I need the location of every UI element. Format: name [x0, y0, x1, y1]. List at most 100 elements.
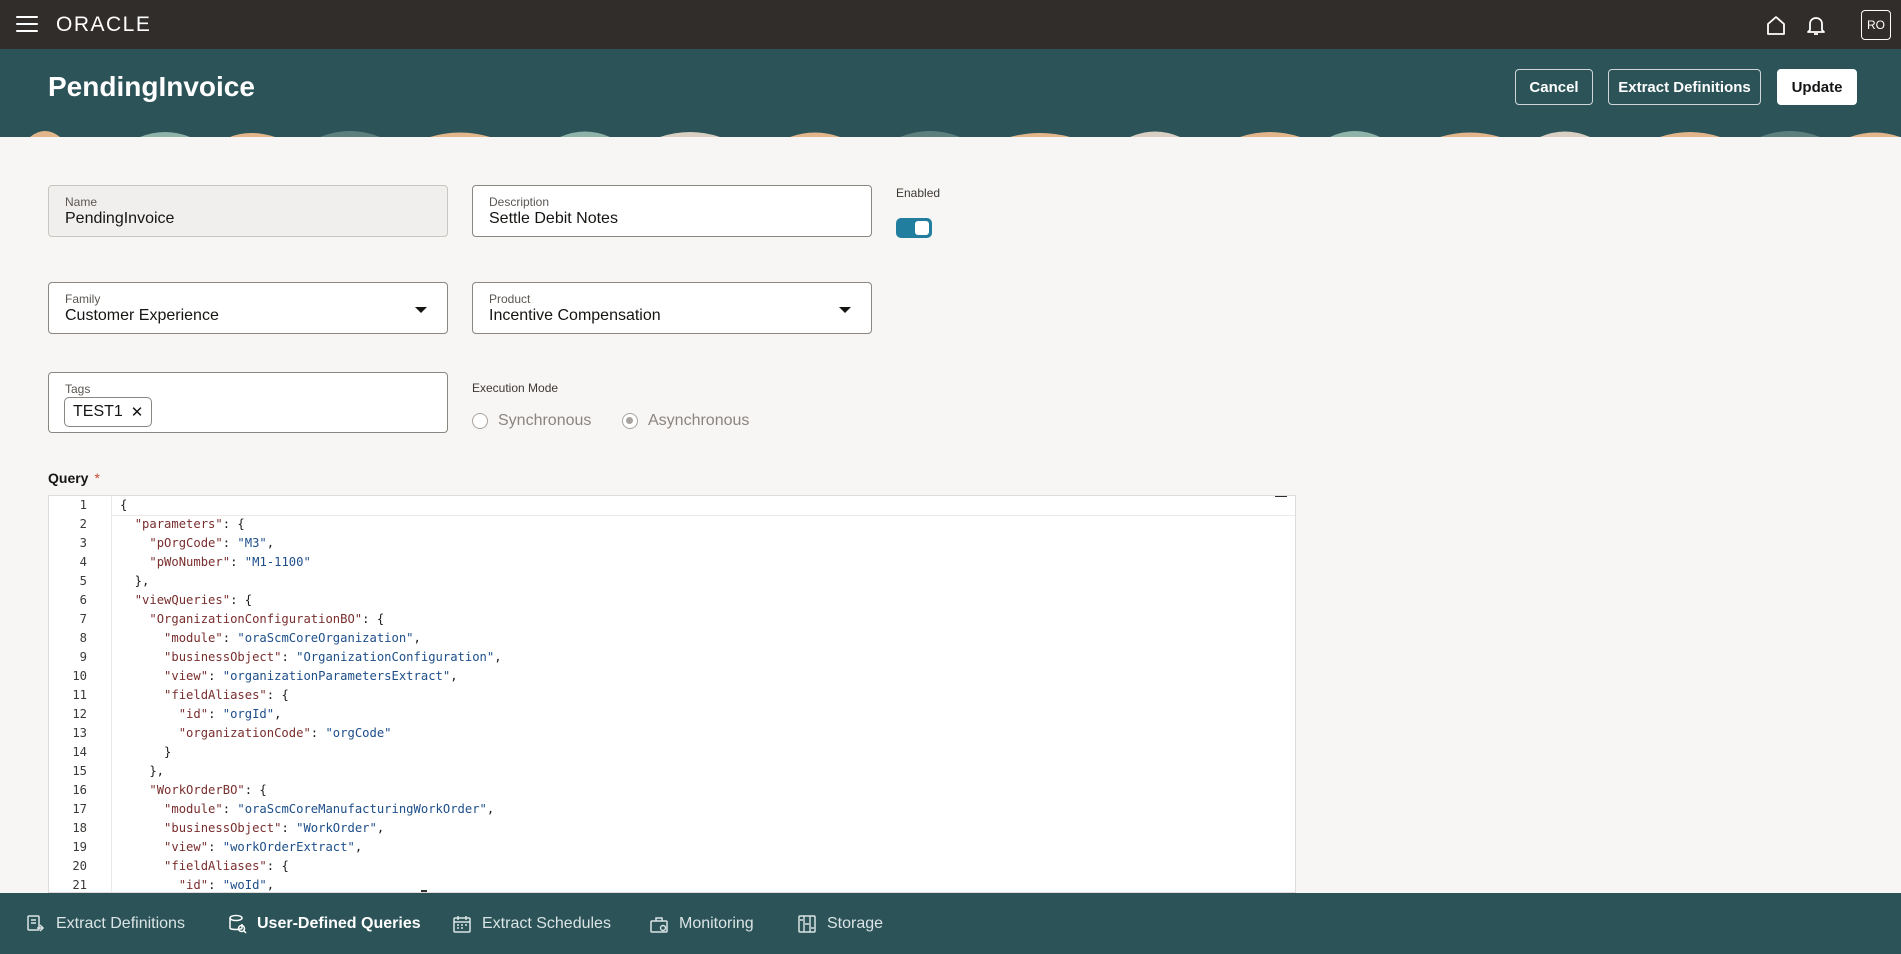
- line-number: 20: [72, 859, 87, 873]
- extract-definitions-button[interactable]: Extract Definitions: [1608, 69, 1761, 105]
- code-line[interactable]: "view": "organizationParametersExtract",: [112, 667, 1295, 686]
- line-number: 12: [72, 707, 87, 721]
- radio-synchronous[interactable]: Synchronous: [472, 412, 591, 430]
- radio-label: Asynchronous: [648, 412, 750, 429]
- decorative-pattern: [0, 125, 1901, 137]
- nav-label: Extract Schedules: [482, 914, 611, 932]
- page-title: PendingInvoice: [48, 71, 255, 102]
- description-value: Settle Debit Notes: [489, 210, 618, 227]
- name-label: Name: [65, 195, 98, 209]
- family-select[interactable]: Family Customer Experience: [48, 282, 448, 334]
- code-line[interactable]: "module": "oraScmCoreManufacturingWorkOr…: [112, 800, 1295, 819]
- code-line[interactable]: {: [111, 496, 1295, 516]
- product-label: Product: [489, 292, 531, 306]
- line-number: 2: [79, 517, 87, 531]
- code-line[interactable]: "organizationCode": "orgCode": [112, 724, 1295, 743]
- page-header: PendingInvoice Cancel Extract Definition…: [0, 49, 1901, 137]
- enabled-toggle[interactable]: [896, 218, 932, 238]
- code-line[interactable]: "fieldAliases": {: [112, 686, 1295, 705]
- code-line[interactable]: "businessObject": "WorkOrder",: [112, 819, 1295, 838]
- description-label: Description: [489, 195, 550, 209]
- code-line[interactable]: "OrganizationConfigurationBO": {: [112, 610, 1295, 629]
- tag-label: TEST1: [73, 403, 123, 420]
- code-line[interactable]: },: [112, 572, 1295, 591]
- close-icon[interactable]: ✕: [131, 403, 144, 421]
- nav-extract-schedules[interactable]: Extract Schedules: [452, 893, 611, 954]
- nav-label: Storage: [827, 914, 884, 932]
- query-label: Query *: [48, 470, 100, 486]
- code-line[interactable]: "pWoNumber": "M1-1100": [112, 553, 1295, 572]
- extract-definitions-icon: [27, 914, 45, 932]
- nav-label: Monitoring: [679, 914, 754, 932]
- code-line[interactable]: "businessObject": "OrganizationConfigura…: [112, 648, 1295, 667]
- code-line[interactable]: "id": "orgId",: [112, 705, 1295, 724]
- line-number: 19: [72, 840, 87, 854]
- fold-icon[interactable]: [1275, 496, 1287, 497]
- calendar-icon: [453, 915, 471, 933]
- scroll-indicator[interactable]: [421, 890, 427, 892]
- tag-chip: TEST1 ✕: [64, 397, 153, 427]
- line-number: 17: [72, 802, 87, 816]
- execution-mode-label: Execution Mode: [472, 381, 559, 395]
- line-number: 21: [72, 878, 87, 892]
- line-number: 3: [79, 536, 87, 550]
- tags-label: Tags: [65, 382, 91, 396]
- storage-icon: [798, 914, 816, 933]
- query-editor[interactable]: 1 2 3 4 5 6 7 8 9 10 11 12 13 14 15 16 17 18 19 20 21 { "par…: [48, 495, 1296, 893]
- code-line[interactable]: "module": "oraScmCoreOrganization",: [112, 629, 1295, 648]
- code-area[interactable]: { "parameters": { "pOrgCode": "M3", "pWo…: [111, 496, 1295, 892]
- product-select[interactable]: Product Incentive Compensation: [472, 282, 872, 334]
- nav-storage[interactable]: Storage: [797, 893, 883, 954]
- nav-label: User-Defined Queries: [257, 914, 421, 932]
- product-value: Incentive Compensation: [489, 307, 661, 324]
- radio-button[interactable]: [472, 413, 488, 429]
- nav-extract-definitions[interactable]: Extract Definitions: [26, 893, 185, 954]
- line-number: 8: [79, 631, 87, 645]
- line-number-gutter: 1 2 3 4 5 6 7 8 9 10 11 12 13 14 15 16 17 18 19 20 21: [49, 496, 111, 892]
- chevron-down-icon[interactable]: [839, 307, 851, 313]
- cancel-button[interactable]: Cancel: [1515, 69, 1593, 105]
- code-line[interactable]: "id": "woId",: [112, 876, 1295, 892]
- line-number: 14: [72, 745, 87, 759]
- code-line[interactable]: "parameters": {: [112, 515, 1295, 534]
- nav-monitoring[interactable]: Monitoring: [649, 893, 754, 954]
- bell-icon[interactable]: [1803, 12, 1829, 38]
- menu-icon[interactable]: [16, 14, 38, 34]
- line-number: 15: [72, 764, 87, 778]
- line-number: 10: [72, 669, 87, 683]
- name-field[interactable]: Name PendingInvoice: [48, 185, 448, 237]
- description-field[interactable]: Description Settle Debit Notes: [472, 185, 872, 237]
- query-label-text: Query: [48, 470, 89, 486]
- enabled-label: Enabled: [896, 186, 941, 200]
- line-number: 18: [72, 821, 87, 835]
- line-number: 6: [79, 593, 87, 607]
- family-label: Family: [65, 292, 101, 306]
- code-line[interactable]: }: [112, 743, 1295, 762]
- radio-button[interactable]: [622, 413, 638, 429]
- line-number: 5: [79, 574, 87, 588]
- radio-label: Synchronous: [498, 412, 592, 429]
- radio-asynchronous[interactable]: Asynchronous: [622, 412, 749, 430]
- monitoring-icon: [650, 916, 668, 933]
- chevron-down-icon[interactable]: [415, 307, 427, 313]
- home-icon[interactable]: [1763, 12, 1789, 38]
- line-number: 7: [79, 612, 87, 626]
- nav-user-defined-queries[interactable]: User-Defined Queries: [227, 893, 421, 954]
- line-number: 11: [72, 688, 87, 702]
- bottom-navigation: Extract Definitions User-Defined Queries…: [0, 893, 1901, 954]
- code-line[interactable]: "fieldAliases": {: [112, 857, 1295, 876]
- name-value: PendingInvoice: [65, 210, 175, 227]
- line-number: 13: [72, 726, 87, 740]
- code-line[interactable]: "viewQueries": {: [112, 591, 1295, 610]
- code-line[interactable]: "view": "workOrderExtract",: [112, 838, 1295, 857]
- code-line[interactable]: "WorkOrderBO": {: [112, 781, 1295, 800]
- family-value: Customer Experience: [65, 307, 219, 324]
- code-line[interactable]: "pOrgCode": "M3",: [112, 534, 1295, 553]
- line-number: 9: [79, 650, 87, 664]
- avatar[interactable]: RO: [1861, 10, 1891, 40]
- nav-label: Extract Definitions: [56, 914, 185, 932]
- code-line[interactable]: },: [112, 762, 1295, 781]
- update-button[interactable]: Update: [1777, 69, 1857, 105]
- line-number: 4: [79, 555, 87, 569]
- oracle-logo[interactable]: ORACLE: [56, 13, 151, 37]
